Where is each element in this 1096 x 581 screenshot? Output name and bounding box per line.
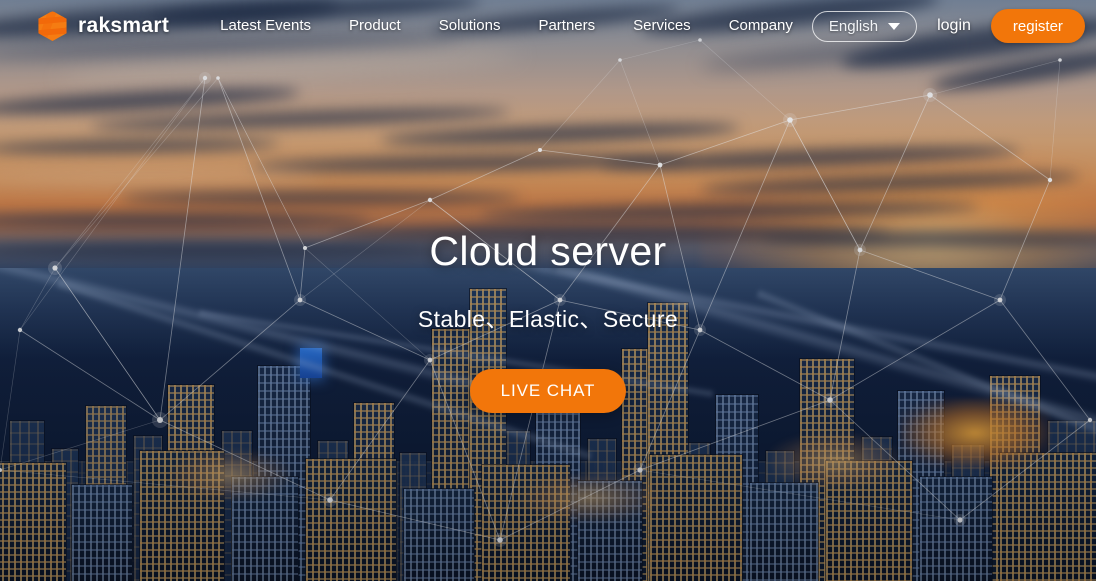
live-chat-button[interactable]: LIVE CHAT xyxy=(469,369,627,413)
landmark-glow xyxy=(900,398,1050,468)
nav-item-latest-events[interactable]: Latest Events xyxy=(201,0,330,52)
night-cityscape xyxy=(0,268,1096,581)
nav-item-services[interactable]: Services xyxy=(614,0,710,52)
nav-item-solutions[interactable]: Solutions xyxy=(420,0,520,52)
login-link[interactable]: login xyxy=(933,17,975,35)
site-header: raksmart Latest Events Product Solutions… xyxy=(0,0,1096,52)
page-root: raksmart Latest Events Product Solutions… xyxy=(0,0,1096,581)
nav-item-product[interactable]: Product xyxy=(330,0,420,52)
chevron-down-icon xyxy=(888,22,901,30)
main-navigation: Latest Events Product Solutions Partners… xyxy=(201,0,812,52)
language-selector-label: English xyxy=(828,17,879,35)
header-actions: English login register xyxy=(811,9,1085,43)
language-selector[interactable]: English xyxy=(811,10,918,42)
register-button[interactable]: register xyxy=(990,9,1085,43)
raksmart-hexagon-logo-icon xyxy=(38,10,67,42)
hero-background-image xyxy=(0,0,1096,581)
billboard-light xyxy=(300,348,322,378)
nav-item-partners[interactable]: Partners xyxy=(519,0,614,52)
logo-link[interactable]: raksmart xyxy=(36,10,169,42)
nav-item-company[interactable]: Company xyxy=(710,0,812,52)
logo-text: raksmart xyxy=(78,14,170,37)
